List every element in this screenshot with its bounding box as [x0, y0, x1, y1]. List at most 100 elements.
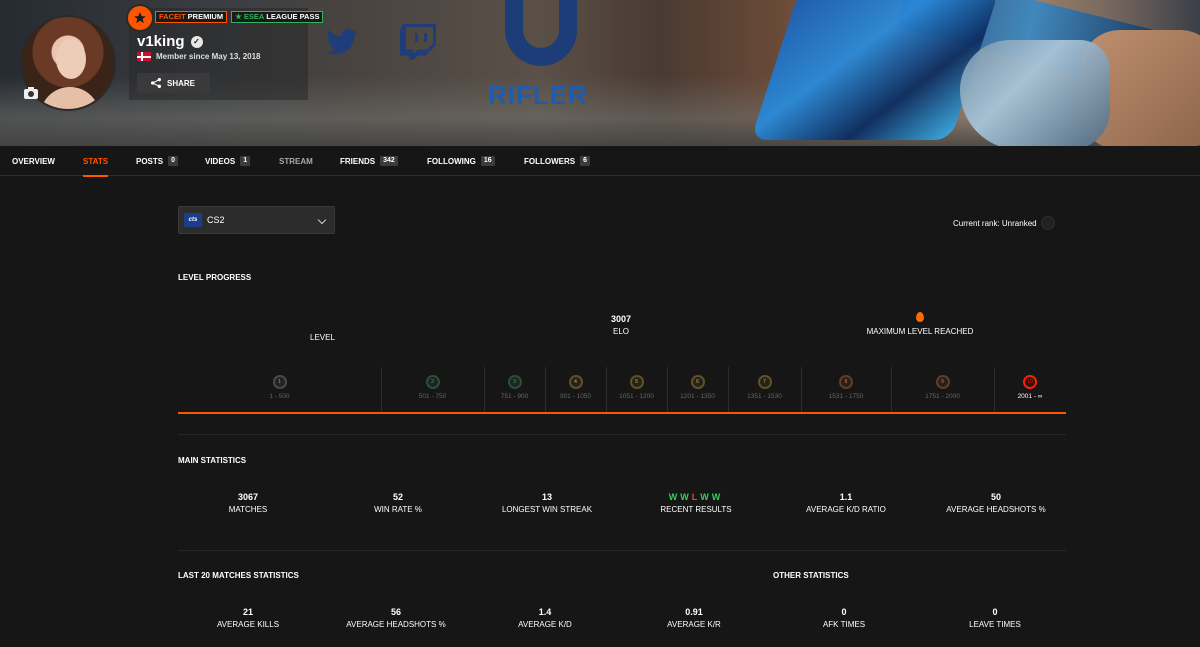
tab-following[interactable]: FOLLOWING 16	[427, 146, 495, 176]
recent-results-list: WWLWW	[626, 492, 766, 502]
flame-icon	[916, 312, 924, 322]
stat-longest-win-streak: 13 LONGEST WIN STREAK	[501, 492, 593, 514]
tab-friends[interactable]: FRIENDS 342	[340, 146, 398, 176]
level-item-4: 4 901 - 1050	[545, 368, 606, 412]
level-range: 901 - 1050	[559, 393, 592, 400]
level-range: 1201 - 1350	[680, 393, 715, 400]
level-5-icon: 5	[629, 375, 644, 389]
level-range: 2001 - ∞	[1017, 393, 1043, 400]
posts-count: 0	[168, 156, 179, 166]
stat-average-kills: 21 AVERAGE KILLS	[216, 607, 280, 629]
tab-videos[interactable]: VIDEOS 1	[205, 146, 251, 176]
level-range: 1051 - 1200	[619, 393, 654, 400]
denmark-flag-icon	[137, 52, 151, 61]
current-rank-text: Current rank: Unranked	[953, 218, 1037, 228]
cs2-logo-icon: cts	[184, 213, 202, 227]
level-item-1: 1 1 - 500	[178, 368, 381, 412]
chevron-down-icon	[317, 215, 327, 225]
recent-result-win: W	[700, 492, 709, 502]
game-name: CS2	[207, 215, 225, 225]
last-20-title: LAST 20 MATCHES STATISTICS	[178, 571, 299, 580]
level-range: 751 - 900	[500, 393, 529, 400]
level-9-icon: 9	[935, 375, 950, 389]
divider	[178, 550, 1066, 551]
other-statistics-title: OTHER STATISTICS	[773, 571, 849, 580]
camera-icon[interactable]	[24, 86, 38, 99]
recent-result-loss: L	[691, 492, 698, 502]
level-6-icon: 6	[690, 375, 705, 389]
followers-count: 6	[580, 156, 591, 166]
game-selector[interactable]: cts CS2	[178, 206, 335, 234]
stat-average-kd: 1.4 AVERAGE K/D	[518, 607, 572, 629]
share-icon	[151, 78, 161, 88]
friends-count: 342	[380, 156, 398, 166]
banner-logo-shape	[505, 0, 577, 66]
esea-star-icon: ★	[235, 12, 242, 21]
level-10-icon: 10	[1023, 375, 1037, 389]
profile-banner: RIFLER FACEIT PREMIUM ★ ESEA LEAGUE PASS v1…	[0, 0, 1200, 146]
stat-leave-times: 0 LEAVE TIMES	[969, 607, 1021, 629]
level-item-7: 7 1351 - 1530	[728, 368, 801, 412]
level-item-2: 2 501 - 750	[381, 368, 484, 412]
max-level-label: MAXIMUM LEVEL REACHED	[866, 327, 974, 336]
level-4-icon: 4	[568, 375, 583, 389]
stat-matches: 3067 MATCHES	[228, 492, 268, 514]
stat-average-kr: 0.91 AVERAGE K/R	[667, 607, 721, 629]
member-since-text: Member since May 13, 2018	[156, 52, 261, 61]
stat-win-rate: 52 WIN RATE %	[374, 492, 422, 514]
level-item-8: 8 1531 - 1750	[801, 368, 891, 412]
recent-result-win: W	[711, 492, 721, 502]
level-range: 1751 - 2000	[925, 393, 960, 400]
subscription-badges: FACEIT PREMIUM ★ ESEA LEAGUE PASS	[155, 11, 324, 23]
level-range: 1 - 500	[269, 393, 290, 400]
level-7-icon: 7	[757, 375, 772, 389]
faceit-premium-badge: FACEIT PREMIUM	[155, 11, 228, 23]
stat-recent-results: W W L W W RECENT RESULTS	[626, 492, 766, 514]
main-statistics-title: MAIN STATISTICS	[178, 456, 247, 465]
level-range: 1531 - 1750	[828, 393, 864, 400]
videos-count: 1	[240, 156, 251, 166]
level-progress-title: LEVEL PROGRESS	[178, 273, 252, 282]
level-range: 501 - 750	[418, 393, 447, 400]
username: v1king	[137, 33, 185, 50]
verified-icon: ✓	[190, 35, 203, 48]
twitch-icon[interactable]	[398, 22, 438, 62]
recent-result-win: W	[668, 492, 678, 502]
tab-stream[interactable]: STREAM	[279, 146, 313, 176]
level-item-10: 10 2001 - ∞	[994, 368, 1066, 412]
rank-icon	[1040, 216, 1055, 230]
esea-league-pass-badge: ★ ESEA LEAGUE PASS	[231, 11, 324, 23]
level-item-9: 9 1751 - 2000	[891, 368, 994, 412]
stat-afk-times: 0 AFK TIMES	[822, 607, 866, 629]
tab-overview[interactable]: OVERVIEW	[12, 146, 55, 176]
tab-posts[interactable]: POSTS 0	[136, 146, 179, 176]
tab-stats[interactable]: STATS	[83, 146, 109, 177]
tab-followers[interactable]: FOLLOWERS 6	[524, 146, 591, 176]
share-button[interactable]: SHARE	[137, 73, 210, 93]
level-3-icon: 3	[507, 375, 522, 389]
current-rank: Current rank: Unranked	[953, 216, 1055, 230]
faceit-level-star-icon	[126, 4, 154, 32]
banner-glove	[960, 40, 1110, 146]
stat-kd-ratio: 1.1 AVERAGE K/D RATIO	[806, 492, 886, 514]
username-row: v1king ✓	[137, 33, 203, 50]
following-count: 16	[480, 156, 495, 166]
twitter-icon[interactable]	[322, 22, 362, 62]
level-1-icon: 1	[272, 375, 287, 389]
level-8-icon: 8	[839, 375, 853, 389]
level-item-3: 3 751 - 900	[484, 368, 545, 412]
elo-label: ELO	[612, 327, 629, 336]
level-label: LEVEL	[310, 333, 335, 342]
recent-result-win: W	[680, 492, 689, 502]
stat-average-headshots: 56 AVERAGE HEADSHOTS %	[346, 607, 446, 629]
stat-headshots: 50 AVERAGE HEADSHOTS %	[946, 492, 1046, 514]
level-progress-bar	[178, 412, 1066, 414]
level-item-5: 5 1051 - 1200	[606, 368, 667, 412]
level-range: 1351 - 1530	[747, 393, 782, 400]
banner-role-text: RIFLER	[488, 80, 588, 110]
divider	[178, 434, 1066, 435]
profile-tabs: OVERVIEW STATS POSTS 0 VIDEOS 1 STREAM FRI…	[0, 146, 1200, 177]
level-item-6: 6 1201 - 1350	[667, 368, 728, 412]
member-since-row: Member since May 13, 2018	[137, 52, 261, 61]
elo-value: 3007	[610, 314, 632, 324]
